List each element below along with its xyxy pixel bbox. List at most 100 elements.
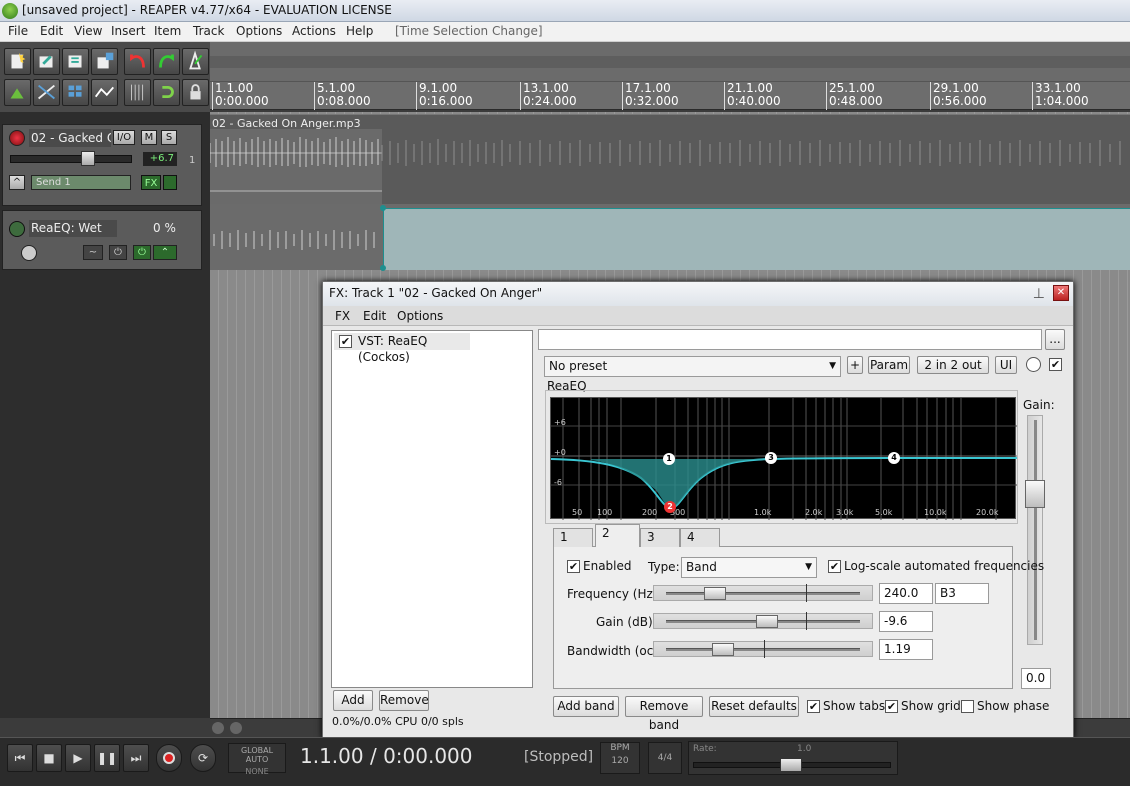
mute-button[interactable]: M: [141, 130, 157, 145]
open-project-icon[interactable]: [33, 48, 60, 75]
ripple-edit-icon[interactable]: [33, 79, 60, 106]
menu-file[interactable]: File: [8, 24, 28, 38]
envelope-region[interactable]: [383, 208, 1130, 270]
ui-button[interactable]: UI: [995, 356, 1017, 374]
menu-item[interactable]: Item: [154, 24, 181, 38]
gain-slider[interactable]: [653, 612, 873, 630]
band-node-1[interactable]: 1: [663, 453, 675, 465]
metronome-icon[interactable]: [182, 48, 209, 75]
wet-knob-icon[interactable]: [1026, 357, 1041, 372]
timesig-display[interactable]: 4/4: [648, 742, 682, 774]
undo-icon[interactable]: [124, 48, 151, 75]
media-item[interactable]: 02 - Gacked On Anger.mp3: [210, 114, 1130, 205]
frequency-slider[interactable]: [653, 584, 873, 602]
go-to-start-icon[interactable]: ⏮: [7, 744, 33, 772]
fx-button[interactable]: FX: [141, 175, 161, 190]
envelope-active-icon[interactable]: [9, 221, 25, 237]
gain-db-field[interactable]: -9.6: [879, 611, 933, 632]
band-node-4[interactable]: 4: [888, 452, 900, 464]
snap-grid-icon[interactable]: [124, 79, 151, 106]
stop-icon[interactable]: ■: [36, 744, 62, 772]
tab-band-4[interactable]: 4: [680, 528, 720, 547]
bandwidth-field[interactable]: 1.19: [879, 639, 933, 660]
band-node-2[interactable]: 2: [664, 501, 676, 513]
pin-icon[interactable]: ⊥: [1033, 286, 1045, 302]
log-scale-checkbox[interactable]: ✔: [828, 560, 841, 573]
add-band-button[interactable]: Add band: [553, 696, 619, 717]
save-project-icon[interactable]: [62, 48, 89, 75]
band-node-3[interactable]: 3: [765, 452, 777, 464]
lock-icon[interactable]: [182, 79, 209, 106]
global-auto-button[interactable]: GLOBAL AUTO NONE: [228, 743, 286, 776]
fx-name-field[interactable]: [538, 329, 1042, 350]
envelope-mode-icon[interactable]: ⌃: [153, 245, 177, 260]
tab-band-2[interactable]: 2: [595, 524, 640, 547]
track-name[interactable]: 02 - Gacked On: [29, 129, 111, 147]
menu-track[interactable]: Track: [193, 24, 224, 38]
frequency-field[interactable]: 240.0: [879, 583, 933, 604]
menu-edit[interactable]: Edit: [40, 24, 63, 38]
eq-graph[interactable]: +6 +0 -6 50 100 200 300 1.0k 2.0k 3.0k 5…: [550, 397, 1018, 520]
envelope-point[interactable]: [380, 265, 386, 271]
solo-button[interactable]: S: [161, 130, 177, 145]
envelope-toggle-icon[interactable]: ^: [9, 175, 25, 190]
envelope-point[interactable]: [380, 205, 386, 211]
menu-help[interactable]: Help: [346, 24, 373, 38]
fx-more-button[interactable]: ...: [1045, 329, 1065, 350]
add-preset-button[interactable]: +: [847, 356, 863, 374]
master-gain-slider[interactable]: [1025, 415, 1045, 645]
param-button[interactable]: Param: [868, 356, 910, 374]
fx-chain-item[interactable]: ✔ VST: ReaEQ (Cockos): [334, 333, 470, 364]
fx-bypass-checkbox[interactable]: ✔: [1049, 358, 1062, 371]
envelope-bypass-icon[interactable]: ⏻: [109, 245, 127, 260]
show-grid-checkbox[interactable]: ✔: [885, 700, 898, 713]
envelope-knob[interactable]: [21, 245, 37, 261]
menu-options[interactable]: Options: [236, 24, 282, 38]
repeat-icon[interactable]: ⟳: [190, 744, 216, 772]
scroll-left-icon[interactable]: [212, 722, 224, 734]
volume-slider[interactable]: [10, 151, 132, 166]
close-icon[interactable]: ✕: [1053, 285, 1069, 301]
fx-menu-fx[interactable]: FX: [335, 309, 350, 323]
envelope-header[interactable]: ReaEQ: Wet 0 % ~ ⏻ ⏻ ⌃: [2, 210, 202, 270]
loop-icon[interactable]: [153, 79, 180, 106]
master-gain-value[interactable]: 0.0: [1021, 668, 1051, 689]
remove-band-button[interactable]: Remove band: [625, 696, 703, 732]
reset-defaults-button[interactable]: Reset defaults: [709, 696, 799, 717]
io-button[interactable]: I/O: [113, 130, 135, 145]
go-to-end-icon[interactable]: ⏭: [123, 744, 149, 772]
send-dropdown[interactable]: Send 1: [31, 175, 131, 190]
pause-icon[interactable]: ❚❚: [94, 744, 120, 772]
frequency-slider-knob[interactable]: [704, 587, 726, 600]
fx-menu-options[interactable]: Options: [397, 309, 443, 323]
band-enabled-checkbox[interactable]: ✔: [567, 560, 580, 573]
fx-bypass-icon[interactable]: [163, 175, 177, 190]
rate-slider-knob[interactable]: [780, 758, 802, 772]
envelope-arm-icon[interactable]: ⏻: [133, 245, 151, 260]
play-icon[interactable]: ▶: [65, 744, 91, 772]
new-project-icon[interactable]: [4, 48, 31, 75]
track-header[interactable]: 02 - Gacked On I/O M S +6.7 ^ Send 1 FX …: [2, 124, 202, 206]
project-settings-icon[interactable]: [91, 48, 118, 75]
fx-chain-list[interactable]: ✔ VST: ReaEQ (Cockos): [331, 330, 533, 688]
tab-band-3[interactable]: 3: [640, 528, 680, 547]
grid-toggle-icon[interactable]: [4, 79, 31, 106]
menu-view[interactable]: View: [74, 24, 102, 38]
rate-slider[interactable]: [693, 758, 891, 772]
gain-slider-knob[interactable]: [756, 615, 778, 628]
envelope-shape-icon[interactable]: ~: [83, 245, 103, 260]
record-arm-icon[interactable]: [9, 130, 25, 146]
remove-fx-button[interactable]: Remove: [379, 690, 429, 711]
master-gain-knob[interactable]: [1025, 480, 1045, 508]
record-icon[interactable]: [156, 744, 182, 772]
volume-knob[interactable]: [81, 151, 95, 166]
timeline-ruler[interactable]: 1.1.00 0:00.000 5.1.00 0:08.000 9.1.00 0:16…: [210, 82, 1130, 110]
fx-menu-edit[interactable]: Edit: [363, 309, 386, 323]
show-phase-checkbox[interactable]: [961, 700, 974, 713]
bandwidth-slider[interactable]: [653, 640, 873, 658]
grouping-icon[interactable]: [62, 79, 89, 106]
note-field[interactable]: B3: [935, 583, 989, 604]
envelope-points-icon[interactable]: [91, 79, 118, 106]
preset-dropdown[interactable]: No preset ▼: [544, 356, 841, 377]
tab-band-1[interactable]: 1: [553, 528, 593, 547]
